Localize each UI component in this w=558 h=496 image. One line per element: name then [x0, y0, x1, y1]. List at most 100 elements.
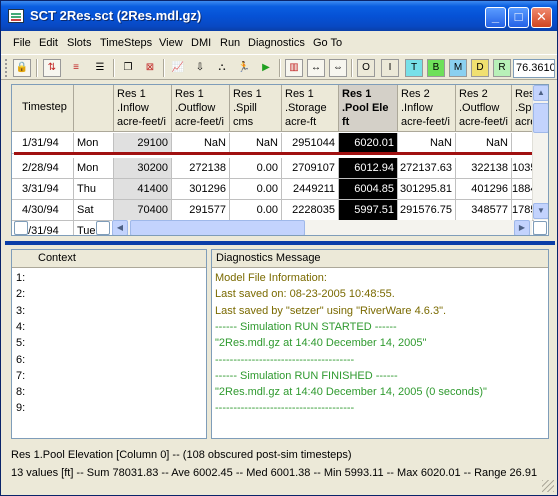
- flag-t-button[interactable]: T: [405, 59, 423, 77]
- grid-cell[interactable]: 1785: [512, 200, 534, 221]
- export-button[interactable]: ⇩: [191, 59, 209, 77]
- grid-cell[interactable]: 6020.01: [339, 133, 398, 154]
- menu-diagnostics[interactable]: Diagnostics: [248, 37, 305, 49]
- context-row[interactable]: 7:: [16, 370, 25, 382]
- menu-goto[interactable]: Go To: [313, 37, 342, 49]
- grid-cell[interactable]: NaN: [456, 133, 512, 154]
- context-row[interactable]: 1:: [16, 272, 25, 284]
- context-row[interactable]: 3:: [16, 305, 25, 317]
- grid-cell[interactable]: 2449211: [282, 179, 339, 200]
- context-row[interactable]: 9:: [16, 402, 25, 414]
- pane-splitter[interactable]: [5, 241, 555, 245]
- flag-d-button[interactable]: D: [471, 59, 489, 77]
- column-header[interactable]: Res 2 .Inflow acre-feet/i: [398, 85, 456, 132]
- context-row[interactable]: 5:: [16, 337, 25, 349]
- column-header[interactable]: Res 1 .Storage acre-ft: [282, 85, 339, 132]
- scroll-thumb[interactable]: [533, 103, 548, 133]
- timestep-date[interactable]: 2/28/94: [12, 158, 74, 179]
- scroll-up-button[interactable]: ▲: [533, 85, 548, 101]
- grid-cell[interactable]: 30200: [114, 158, 172, 179]
- runner-button[interactable]: 🏃: [235, 59, 253, 77]
- grid-cell[interactable]: 301296: [172, 179, 230, 200]
- resize-grip[interactable]: [542, 480, 554, 492]
- app-icon[interactable]: [8, 9, 24, 23]
- column-header[interactable]: Res 2 .Spi acre-: [512, 85, 534, 132]
- grid-cell[interactable]: 0.00: [230, 200, 282, 221]
- close-button[interactable]: ✕: [531, 7, 552, 28]
- workspace-button[interactable]: ⛬: [213, 59, 231, 77]
- grid-cell[interactable]: 322138: [456, 158, 512, 179]
- title-bar[interactable]: SCT 2Res.sct (2Res.mdl.gz) _ □ ✕: [1, 1, 557, 31]
- value-input[interactable]: 76.3610: [513, 59, 555, 78]
- timestep-date[interactable]: 4/30/94: [12, 200, 74, 221]
- grid-cell[interactable]: 0.00: [230, 158, 282, 179]
- diagnostics-pane[interactable]: Diagnostics Message Model File Informati…: [211, 249, 549, 439]
- slot-grid[interactable]: Timestep Res 1 .Inflow acre-feet/i Res 1 .Ou…: [11, 84, 549, 236]
- menu-file[interactable]: File: [13, 37, 31, 49]
- grid-corner-right[interactable]: [533, 221, 547, 235]
- column-header[interactable]: Res 2 .Outflow acre-feet/i: [456, 85, 512, 132]
- menu-timesteps[interactable]: TimeSteps: [100, 37, 152, 49]
- fit-all-button[interactable]: ⇔: [329, 59, 347, 77]
- plot-button[interactable]: 📈: [169, 59, 187, 77]
- grid-cell[interactable]: NaN: [230, 133, 282, 154]
- toolbar-grip[interactable]: [5, 59, 8, 77]
- grid-cell[interactable]: 272137.63: [398, 158, 456, 179]
- grid-cell[interactable]: NaN: [398, 133, 456, 154]
- grid-cell[interactable]: 29100: [114, 133, 172, 154]
- grid-cell[interactable]: NaN: [172, 133, 230, 154]
- timestep-date[interactable]: 3/31/94: [12, 179, 74, 200]
- context-row[interactable]: 8:: [16, 386, 25, 398]
- grid-cell[interactable]: 1884: [512, 179, 534, 200]
- scroll-right-button[interactable]: ▶: [514, 220, 530, 235]
- lock-button[interactable]: 🔒: [13, 59, 31, 77]
- minimize-button[interactable]: _: [485, 7, 506, 28]
- run-button[interactable]: ▶: [257, 59, 275, 77]
- rows-button[interactable]: ☰: [91, 59, 109, 77]
- grid-cell[interactable]: 401296: [456, 179, 512, 200]
- grid-cell[interactable]: 272138: [172, 158, 230, 179]
- grid-horizontal-scrollbar[interactable]: ◀ ▶: [112, 220, 532, 235]
- flag-o-button[interactable]: O: [357, 59, 375, 77]
- menu-dmi[interactable]: DMI: [191, 37, 211, 49]
- fit-width-button[interactable]: ↔: [307, 59, 325, 77]
- column-width-button[interactable]: ▥: [285, 59, 303, 77]
- grid-cell[interactable]: 70400: [114, 200, 172, 221]
- grid-corner-mid[interactable]: [96, 221, 110, 235]
- filter-button[interactable]: ≡: [67, 59, 85, 77]
- grid-cell[interactable]: 301295.81: [398, 179, 456, 200]
- grid-cell[interactable]: [512, 133, 534, 154]
- context-header[interactable]: Context: [12, 250, 206, 268]
- menu-view[interactable]: View: [159, 37, 183, 49]
- grid-cell[interactable]: 0.00: [230, 179, 282, 200]
- grid-corner-left[interactable]: [14, 221, 28, 235]
- flag-r-button[interactable]: R: [493, 59, 511, 77]
- context-row[interactable]: 4:: [16, 321, 25, 333]
- timestep-day[interactable]: Mon: [74, 158, 114, 179]
- flag-m-button[interactable]: M: [449, 59, 467, 77]
- flag-i-button[interactable]: I: [381, 59, 399, 77]
- menu-run[interactable]: Run: [220, 37, 240, 49]
- grid-cell[interactable]: 291577: [172, 200, 230, 221]
- grid-cell[interactable]: 291576.75: [398, 200, 456, 221]
- flag-b-button[interactable]: B: [427, 59, 445, 77]
- diagnostics-header[interactable]: Diagnostics Message: [212, 250, 548, 268]
- close-slot-button[interactable]: ⊠: [141, 59, 159, 77]
- timestep-day[interactable]: Sat: [74, 200, 114, 221]
- grid-cell[interactable]: 6004.85: [339, 179, 398, 200]
- hscroll-thumb[interactable]: [130, 220, 305, 235]
- scroll-left-button[interactable]: ◀: [112, 220, 128, 235]
- grid-cell[interactable]: 5997.51: [339, 200, 398, 221]
- column-header[interactable]: Res 1 .Outflow acre-feet/i: [172, 85, 230, 132]
- sort-button[interactable]: ⇅: [43, 59, 61, 77]
- column-header[interactable]: Res 1 .Inflow acre-feet/i: [114, 85, 172, 132]
- maximize-button[interactable]: □: [508, 7, 529, 28]
- menu-edit[interactable]: Edit: [39, 37, 58, 49]
- column-header[interactable]: Res 1 .Spill cms: [230, 85, 282, 132]
- timestep-day[interactable]: Thu: [74, 179, 114, 200]
- grid-cell[interactable]: 6012.94: [339, 158, 398, 179]
- column-header[interactable]: Res 1 .Pool Ele ft: [339, 85, 398, 132]
- menu-slots[interactable]: Slots: [67, 37, 91, 49]
- timestep-date[interactable]: 1/31/94: [12, 133, 74, 154]
- timestep-header[interactable]: Timestep: [12, 85, 74, 132]
